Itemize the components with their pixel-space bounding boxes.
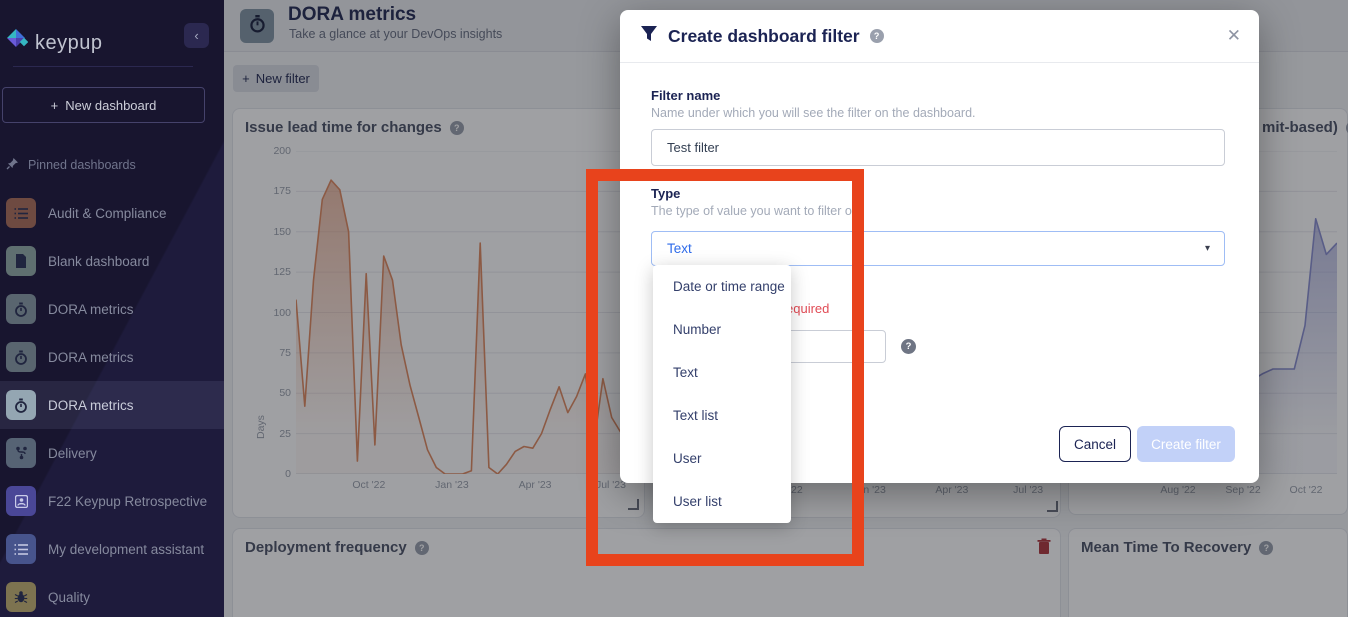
- create-filter-button[interactable]: Create filter: [1137, 426, 1235, 462]
- pinned-dashboards-header: Pinned dashboards: [6, 157, 136, 173]
- document-icon: [6, 246, 36, 276]
- value-input[interactable]: [784, 330, 886, 363]
- chevron-down-icon: ▾: [1205, 243, 1210, 254]
- sidebar-item-audit-compliance[interactable]: Audit & Compliance: [0, 189, 224, 237]
- sidebar-item-dora-metrics-2[interactable]: DORA metrics: [0, 333, 224, 381]
- filter-name-label: Filter name: [651, 88, 720, 103]
- checklist-icon: [6, 534, 36, 564]
- dropdown-option-text-list[interactable]: Text list: [653, 394, 791, 437]
- type-select-value: Text: [667, 241, 692, 256]
- filter-name-helper: Name under which you will see the filter…: [651, 106, 976, 120]
- sidebar-item-blank-dashboard[interactable]: Blank dashboard: [0, 237, 224, 285]
- type-helper: The type of value you want to filter on: [651, 204, 859, 218]
- pinned-dashboards-label: Pinned dashboards: [28, 158, 136, 172]
- sidebar-divider: [13, 66, 193, 67]
- plus-icon: +: [51, 98, 59, 113]
- app-root: keypup ‹ + New dashboard Pinned dashboar…: [0, 0, 1348, 617]
- stopwatch-icon: [6, 390, 36, 420]
- dropdown-option-text[interactable]: Text: [653, 351, 791, 394]
- new-dashboard-button[interactable]: + New dashboard: [2, 87, 205, 123]
- sidebar-item-my-development-assistant[interactable]: My development assistant: [0, 525, 224, 573]
- stopwatch-icon: [6, 294, 36, 324]
- funnel-icon: [640, 25, 658, 48]
- stopwatch-icon: [6, 342, 36, 372]
- dropdown-option-user[interactable]: User: [653, 437, 791, 480]
- sidebar-item-quality[interactable]: Quality: [0, 573, 224, 617]
- filter-name-input[interactable]: [651, 129, 1225, 166]
- checklist-icon: [6, 198, 36, 228]
- pin-icon: [6, 157, 19, 173]
- cancel-button[interactable]: Cancel: [1059, 426, 1131, 462]
- dropdown-option-date-or-time-range[interactable]: Date or time range: [653, 265, 791, 308]
- badge-icon: [6, 486, 36, 516]
- dropdown-option-user-list[interactable]: User list: [653, 480, 791, 523]
- close-icon[interactable]: ✕: [1227, 26, 1241, 46]
- logo-text: keypup: [35, 32, 103, 55]
- help-icon[interactable]: ?: [901, 339, 916, 354]
- type-dropdown-menu: Date or time range Number Text Text list…: [653, 265, 791, 523]
- sidebar-item-f22-retrospective[interactable]: F22 Keypup Retrospective: [0, 477, 224, 525]
- keypup-logo[interactable]: keypup: [6, 28, 103, 58]
- sidebar-item-delivery[interactable]: Delivery: [0, 429, 224, 477]
- sidebar-item-dora-metrics-active[interactable]: DORA metrics: [0, 381, 224, 429]
- required-error-text: equired: [786, 301, 829, 316]
- dialog-title: Create dashboard filter: [668, 26, 860, 47]
- bug-icon: [6, 582, 36, 612]
- branch-icon: [6, 438, 36, 468]
- type-label: Type: [651, 186, 680, 201]
- help-icon[interactable]: ?: [870, 29, 884, 43]
- sidebar-item-dora-metrics-1[interactable]: DORA metrics: [0, 285, 224, 333]
- chevron-left-icon: ‹: [194, 28, 198, 43]
- sidebar-collapse-button[interactable]: ‹: [184, 23, 209, 48]
- type-select[interactable]: Text ▾: [651, 231, 1225, 266]
- keypup-logo-icon: [6, 28, 28, 59]
- dialog-header: Create dashboard filter ?: [620, 10, 1259, 63]
- sidebar: keypup ‹ + New dashboard Pinned dashboar…: [0, 0, 224, 617]
- dropdown-option-number[interactable]: Number: [653, 308, 791, 351]
